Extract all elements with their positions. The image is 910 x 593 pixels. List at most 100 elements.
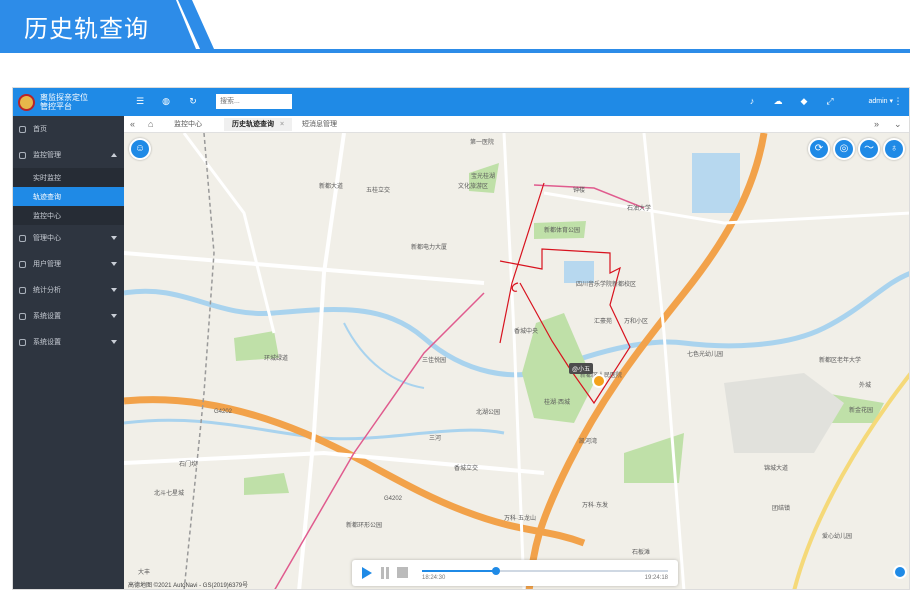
tab-0[interactable]: 监控中心 bbox=[166, 118, 210, 131]
tabs-bar: « ⌂ 监控中心 历史轨迹查询 × 短消息管理 » ⌄ bbox=[124, 116, 909, 133]
police-badge-icon bbox=[18, 93, 35, 111]
tab-label: 历史轨迹查询 bbox=[232, 121, 274, 128]
sidebar-subitem-0[interactable]: 实时监控 bbox=[13, 168, 124, 187]
playback-end-time: 19:24:18 bbox=[644, 575, 668, 581]
user-icon bbox=[19, 260, 26, 268]
map-label: G4202 bbox=[384, 496, 403, 502]
eye-icon[interactable] bbox=[893, 565, 907, 579]
chevron-down-icon bbox=[111, 340, 117, 344]
map-label: 新都区老年大学 bbox=[819, 358, 862, 364]
map-label: 石板滩 bbox=[632, 550, 651, 556]
chevron-up-icon bbox=[111, 153, 117, 157]
sidebar-subitem-1[interactable]: 轨迹查询 bbox=[13, 187, 124, 206]
map-label: 万科·东发 bbox=[582, 503, 608, 509]
bell-icon[interactable]: ♪ bbox=[746, 96, 758, 107]
map-label: 外城 bbox=[859, 383, 872, 389]
tabs-next-icon[interactable]: » bbox=[874, 118, 879, 130]
sidebar-item-label: 监控管理 bbox=[33, 152, 61, 159]
search-input[interactable] bbox=[216, 94, 292, 109]
banner-title: 历史轨查询 bbox=[24, 16, 149, 43]
tab-1[interactable]: 历史轨迹查询 × bbox=[224, 118, 293, 131]
sidebar-item-1[interactable]: 监控管理 bbox=[13, 142, 124, 168]
tabs-menu-icon[interactable]: ⌄ bbox=[894, 118, 902, 130]
sidebar-item-4[interactable]: 统计分析 bbox=[13, 277, 124, 303]
app-window: 离监探亲定位 管控平台 首页 监控管理 实时监控 轨迹查询 监控中心 管理中心 用户管理 统计… bbox=[12, 87, 910, 590]
refresh-track-icon[interactable]: ⟳ bbox=[808, 138, 830, 160]
home-icon bbox=[19, 125, 26, 133]
sidebar-item-label: 首页 bbox=[33, 126, 47, 133]
home-tab-icon[interactable]: ⌂ bbox=[148, 118, 153, 130]
tab-label: 短消息管理 bbox=[302, 121, 337, 128]
map-label: 北湖公园 bbox=[476, 410, 501, 416]
map-label: 新都大道 bbox=[319, 184, 344, 190]
cycling-icon[interactable]: ♁ bbox=[883, 138, 905, 160]
map-label: 爱心幼儿园 bbox=[822, 534, 853, 540]
map-label: 四川音乐学院新都校区 bbox=[576, 282, 637, 288]
chevron-down-icon bbox=[111, 314, 117, 318]
playback-panel: 18:24:30 19:24:18 bbox=[352, 560, 678, 586]
map-view[interactable]: 第一医院新都大道五桂立交 宝光桂湖文化旅游区钟楼石油大学新都体育公园新都电力大厦四… bbox=[124, 133, 909, 589]
settings-icon bbox=[19, 312, 26, 320]
sidebar-item-3[interactable]: 用户管理 bbox=[13, 251, 124, 277]
playback-handle[interactable] bbox=[491, 567, 500, 575]
menu-toggle-icon[interactable]: ☰ bbox=[134, 96, 146, 107]
map-label: 环城绿道 bbox=[264, 356, 289, 362]
chevron-down-icon bbox=[111, 262, 117, 266]
playback-progress bbox=[422, 570, 496, 572]
map-label: 钟楼 bbox=[573, 188, 586, 194]
map-label: 香城立交 bbox=[454, 466, 479, 472]
map-label: 宝光桂湖 bbox=[471, 174, 496, 180]
playback-slider[interactable] bbox=[422, 567, 668, 575]
play-icon[interactable] bbox=[362, 567, 372, 579]
sidebar-subitem-2[interactable]: 监控中心 bbox=[13, 206, 124, 225]
refresh-icon[interactable]: ↻ bbox=[187, 96, 199, 107]
sidebar-item-5[interactable]: 系统设置 bbox=[13, 303, 124, 329]
map-attribution: 高德地图 ©2021 AutoNavi - GS(2019)6379号 bbox=[128, 583, 249, 589]
map-label: 凯河湾 bbox=[579, 439, 598, 445]
map-label: 第一医院 bbox=[470, 140, 495, 146]
tab-label: 监控中心 bbox=[174, 121, 202, 128]
map-label: 北斗七星城 bbox=[154, 491, 185, 497]
map-label: 文化旅游区 bbox=[458, 184, 489, 190]
app-name: 离监探亲定位 管控平台 bbox=[40, 93, 88, 111]
vehicle-marker-icon[interactable] bbox=[592, 374, 606, 388]
sidebar-item-label: 系统设置 bbox=[33, 339, 61, 346]
map-label: 五桂立交 bbox=[366, 188, 391, 194]
tag-icon[interactable]: ◆ bbox=[798, 96, 810, 107]
user-menu[interactable]: admin ▾ bbox=[868, 97, 893, 105]
manage-icon bbox=[19, 234, 26, 242]
stop-icon[interactable] bbox=[397, 567, 408, 578]
globe-icon[interactable]: ◍ bbox=[160, 96, 172, 107]
map-label: 团结镇 bbox=[772, 506, 791, 512]
sidebar: 离监探亲定位 管控平台 首页监控管理实时监控 轨迹查询 监控中心管理中心用户管理统计… bbox=[13, 88, 124, 589]
map-label: 万科·五龙山 bbox=[504, 516, 536, 522]
map-label: 香城中央 bbox=[514, 329, 539, 335]
cloud-icon[interactable]: ☁ bbox=[772, 96, 784, 107]
track-line-icon[interactable]: 〜 bbox=[858, 138, 880, 160]
more-icon[interactable]: ⋮ bbox=[892, 96, 904, 107]
pause-icon[interactable] bbox=[381, 567, 389, 579]
settings-icon bbox=[19, 338, 26, 346]
map-label: 石门坎 bbox=[179, 462, 198, 468]
map-label: 石油大学 bbox=[627, 206, 652, 212]
close-icon[interactable]: × bbox=[280, 121, 284, 128]
playback-start-time: 18:24:30 bbox=[422, 575, 446, 581]
monitor-icon bbox=[19, 151, 26, 159]
fullscreen-icon[interactable]: ⤢ bbox=[824, 96, 836, 107]
map-label: 汇豪苑 bbox=[594, 319, 613, 325]
app-logo: 离监探亲定位 管控平台 bbox=[13, 88, 124, 116]
map-label: 新都电力大厦 bbox=[411, 245, 448, 251]
user-group-icon[interactable]: ☺ bbox=[129, 138, 151, 160]
sidebar-item-label: 用户管理 bbox=[33, 261, 61, 268]
sidebar-item-6[interactable]: 系统设置 bbox=[13, 329, 124, 355]
sidebar-item-0[interactable]: 首页 bbox=[13, 116, 124, 142]
locate-icon[interactable]: ◎ bbox=[833, 138, 855, 160]
sidebar-item-label: 管理中心 bbox=[33, 235, 61, 242]
top-toolbar: ☰ ◍ ↻ ♪ ☁ ◆ ⤢ admin ▾ ⋮ bbox=[124, 88, 909, 116]
sidebar-item-2[interactable]: 管理中心 bbox=[13, 225, 124, 251]
tab-2[interactable]: 短消息管理 bbox=[294, 118, 345, 131]
map-label: 七色光幼儿园 bbox=[687, 352, 724, 358]
tabs-prev-icon[interactable]: « bbox=[130, 118, 135, 130]
map-label: 新都体育公园 bbox=[544, 228, 581, 234]
page-banner: 历史轨查询 bbox=[0, 0, 910, 56]
